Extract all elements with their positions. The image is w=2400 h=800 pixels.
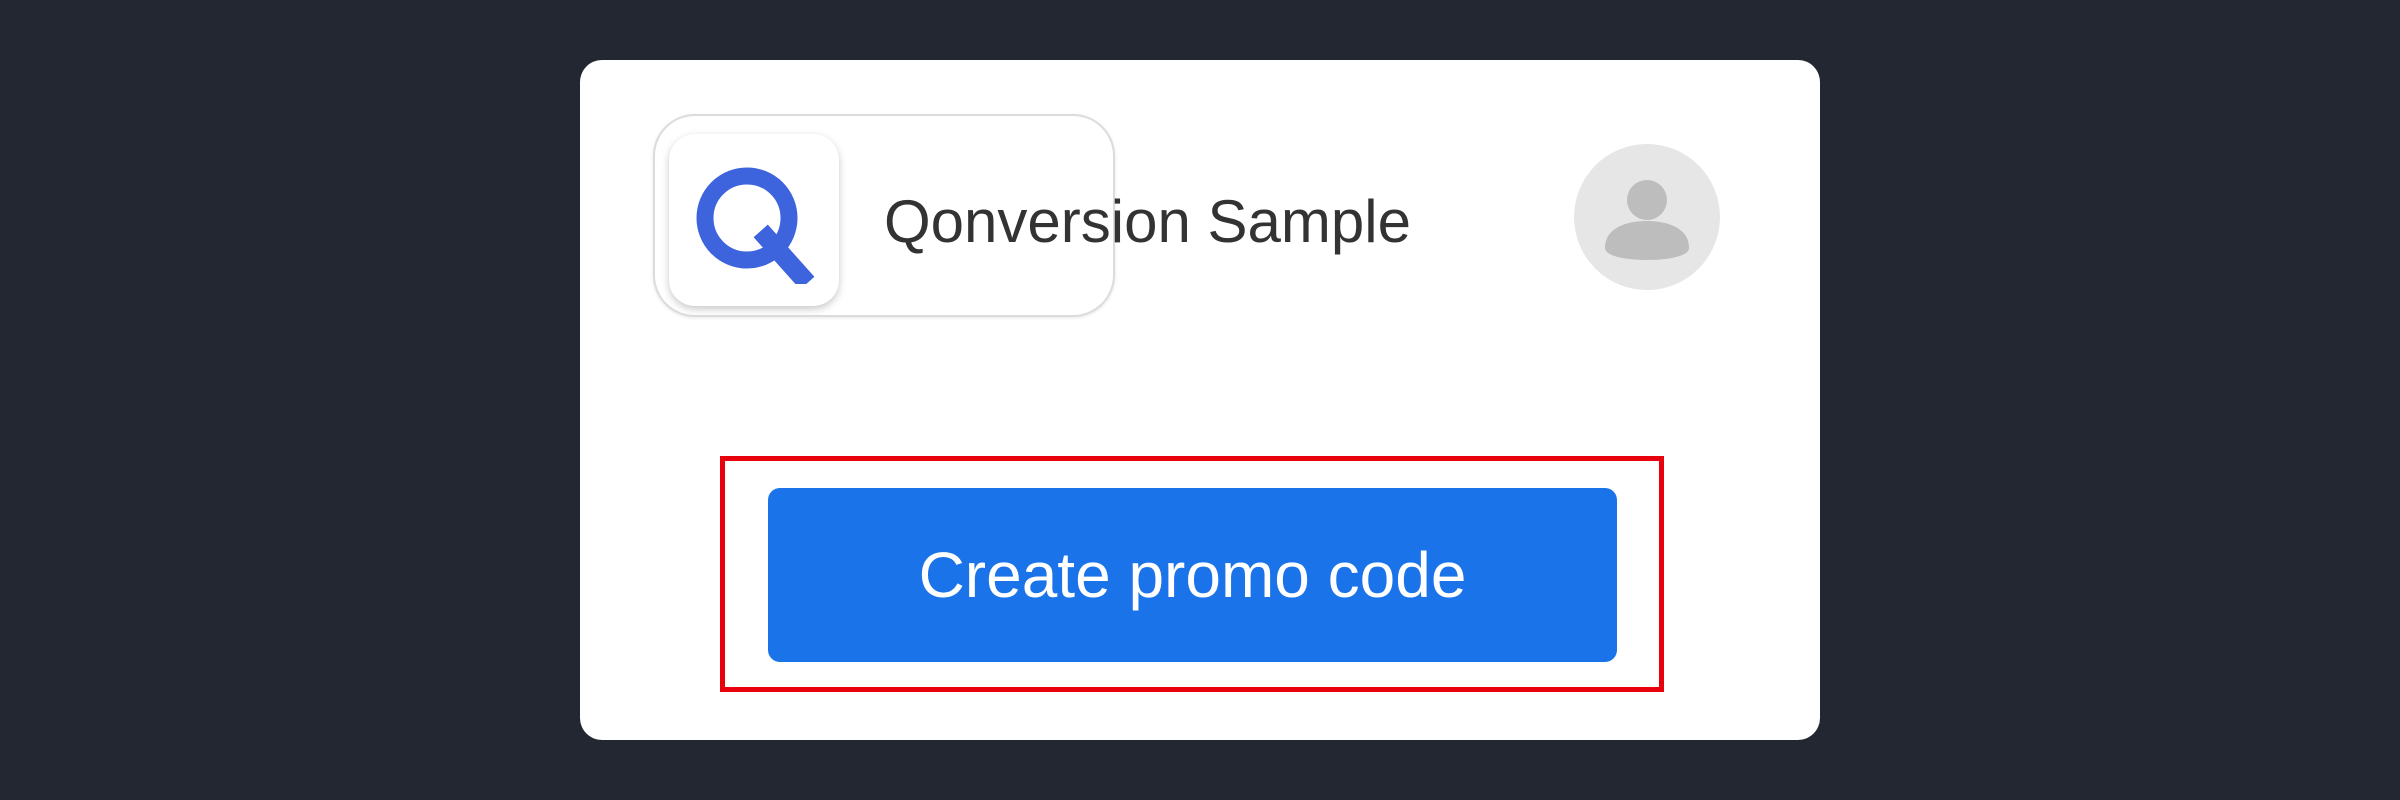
q-logo-icon bbox=[696, 167, 815, 284]
app-logo bbox=[669, 134, 839, 306]
app-name: Qonversion Sample bbox=[884, 188, 1411, 255]
promo-code-card: Qonversion Sample Create promo code bbox=[580, 60, 1820, 740]
create-promo-code-button[interactable]: Create promo code bbox=[768, 488, 1617, 662]
app-selector-chip[interactable]: Qonversion Sample bbox=[653, 114, 1411, 317]
account-avatar[interactable] bbox=[1574, 144, 1720, 290]
person-avatar-icon bbox=[1605, 180, 1689, 260]
